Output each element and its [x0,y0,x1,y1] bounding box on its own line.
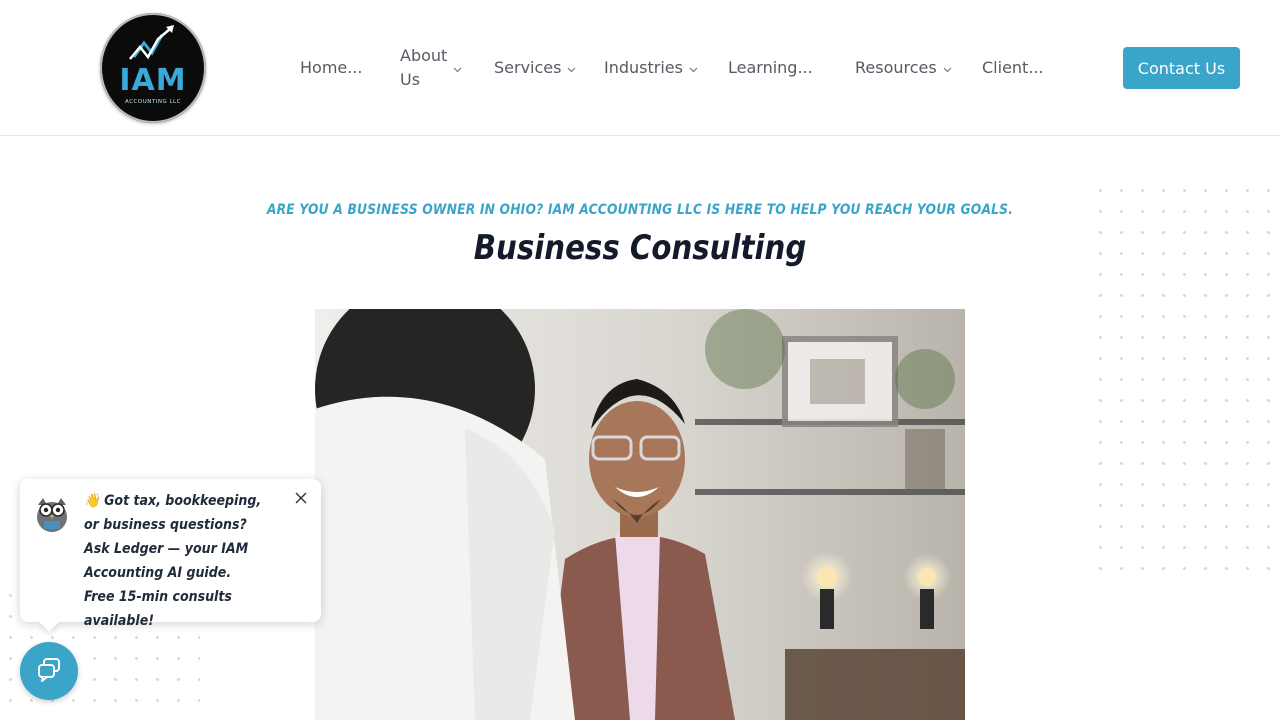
nav-item-services[interactable]: Services [494,58,576,77]
hero-eyebrow: ARE YOU A BUSINESS OWNER IN OHIO? IAM AC… [266,202,1014,218]
nav-item-label: Client... [982,58,1044,77]
nav-item-home[interactable]: Home... [300,58,363,77]
nav-item-industries[interactable]: Industries [604,58,698,77]
hero-photo-consultation [315,309,965,720]
nav-item-label: Industries [604,58,683,77]
nav-item-label: Services [494,58,562,77]
close-icon[interactable] [292,489,310,507]
chevron-down-icon [689,58,698,77]
nav-item-learning[interactable]: Learning... [728,58,813,77]
nav-label-line2: Us [400,70,421,89]
nav-item-client[interactable]: Client... [982,58,1044,77]
chat-prompt-message: 👋 Got tax, bookkeeping, or business ques… [84,493,262,629]
nav-item-label: Resources [855,58,937,77]
chat-launcher-button[interactable] [20,642,78,700]
chat-bubble-icon [35,655,63,687]
main-navigation: Home... About Us Services Industries Lea… [0,0,1280,135]
contact-us-button[interactable]: Contact Us [1123,47,1240,89]
chevron-down-icon [943,58,952,77]
chevron-down-icon [567,58,576,77]
nav-item-resources[interactable]: Resources [855,58,952,77]
nav-item-label: Learning... [728,58,813,77]
nav-item-label: Home... [300,58,363,77]
nav-item-about-us[interactable]: About Us [400,44,462,92]
page-title: Business Consulting [473,228,807,268]
chevron-down-icon [453,56,462,80]
site-header: IAM ACCOUNTING LLC Home... About Us Serv… [0,0,1280,136]
chat-prompt-bubble[interactable]: 👋 Got tax, bookkeeping, or business ques… [20,479,321,629]
nav-label-line1: About [400,46,448,65]
owl-avatar-icon [32,493,72,533]
nav-item-label: About Us [400,44,447,92]
